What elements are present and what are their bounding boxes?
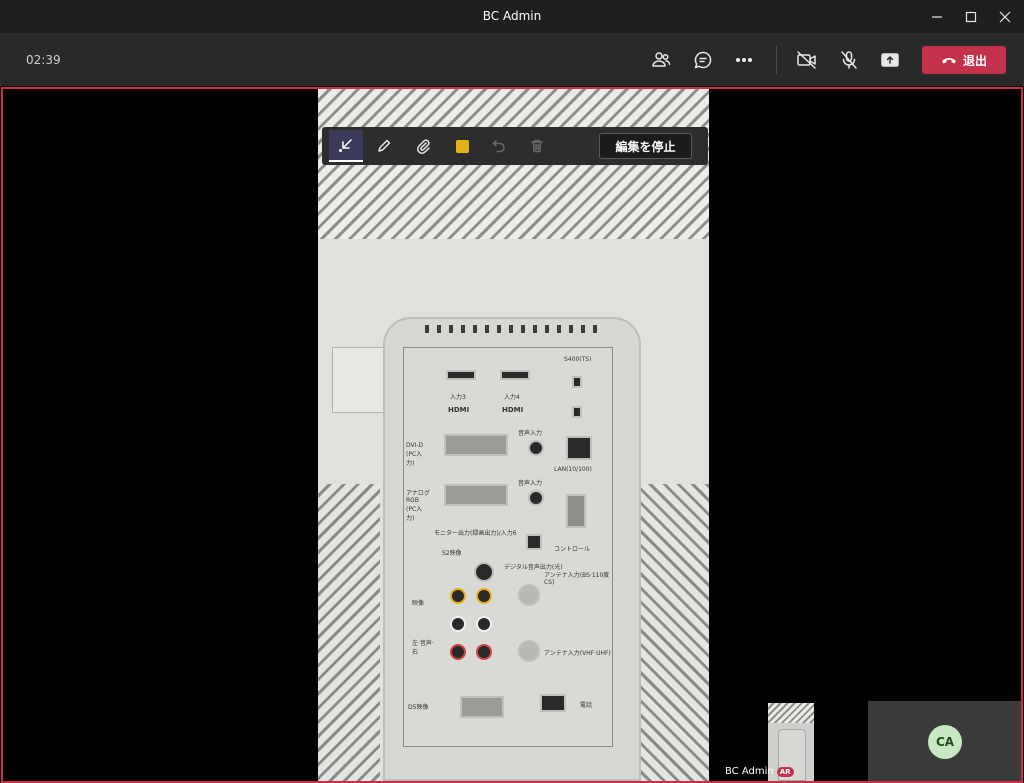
audio-in-jack-1 bbox=[528, 440, 544, 456]
audio-in-label-2: 音声入力 bbox=[518, 480, 543, 487]
monitor-out-label: モニター出力(録画出力)/入力6 bbox=[434, 530, 517, 537]
camera-toggle-button[interactable] bbox=[790, 44, 824, 76]
mic-off-icon bbox=[841, 51, 857, 69]
d5-label: D5映像 bbox=[408, 704, 429, 711]
maximize-icon bbox=[965, 11, 977, 23]
more-options-button[interactable] bbox=[727, 44, 761, 76]
color-picker-button[interactable] bbox=[445, 130, 479, 162]
connector-panel: 入力3 入力4 HDMI HDMI S400(TS) DVI-D (PC入力) … bbox=[383, 317, 641, 781]
annotation-toolbar: 編集を停止 bbox=[322, 127, 708, 165]
lan-port bbox=[566, 436, 592, 460]
audio-r-jack-2 bbox=[476, 644, 492, 660]
paperclip-icon bbox=[417, 139, 430, 154]
video-jack-2 bbox=[476, 588, 492, 604]
trash-icon bbox=[531, 139, 543, 153]
minimize-button[interactable] bbox=[920, 0, 954, 34]
phone-label: 電話 bbox=[580, 702, 593, 709]
close-button[interactable] bbox=[988, 0, 1022, 34]
close-icon bbox=[999, 11, 1011, 23]
camera-off-icon bbox=[797, 51, 816, 69]
more-options-icon bbox=[735, 57, 753, 63]
leave-label: 退出 bbox=[962, 53, 987, 68]
remote-participant-tile[interactable]: CA bbox=[868, 701, 1021, 781]
participants-button[interactable] bbox=[644, 44, 678, 76]
phone-hangup-icon bbox=[941, 58, 956, 64]
housing-tab bbox=[332, 347, 384, 413]
window-title: BC Admin bbox=[482, 9, 542, 23]
hdmi-port-4 bbox=[500, 370, 530, 380]
call-timer: 02:39 bbox=[26, 53, 61, 67]
minimize-icon bbox=[932, 16, 942, 18]
s400-port-b bbox=[572, 406, 582, 418]
phone-port bbox=[540, 694, 566, 712]
panel-vent-slots bbox=[425, 325, 605, 333]
s400-label: S400(TS) bbox=[564, 356, 592, 363]
analog-rgb-port bbox=[444, 484, 508, 506]
participants-icon bbox=[652, 52, 671, 67]
d5-video-port bbox=[460, 696, 504, 718]
share-screen-icon bbox=[881, 53, 899, 67]
antenna-vhf-label: アンテナ入力(VHF·UHF) bbox=[544, 650, 611, 657]
leave-button[interactable]: 退出 bbox=[922, 46, 1006, 74]
audio-lr-label: 左·音声·右 bbox=[412, 640, 434, 656]
shared-video-stage: 入力3 入力4 HDMI HDMI S400(TS) DVI-D (PC入力) … bbox=[1, 87, 1023, 783]
s400-port-a bbox=[572, 376, 582, 388]
housing-vent-left bbox=[318, 484, 380, 781]
antenna-bs-port bbox=[518, 584, 540, 606]
pin-tool-button[interactable] bbox=[406, 130, 440, 162]
video-jack-1 bbox=[450, 588, 466, 604]
call-controls-bar: 02:39 退出 bbox=[0, 34, 1024, 86]
control-label: コントロール bbox=[554, 546, 591, 553]
lan-label: LAN(10/100) bbox=[554, 466, 592, 473]
self-name: BC Admin bbox=[725, 766, 774, 777]
antenna-bs-label: アンテナ入力(BS·110度CS) bbox=[544, 572, 610, 586]
title-bar: BC Admin bbox=[0, 0, 1024, 34]
audio-l-jack-2 bbox=[476, 616, 492, 632]
audio-l-jack-1 bbox=[450, 616, 466, 632]
chat-icon bbox=[694, 51, 712, 69]
collapse-arrow-icon bbox=[338, 139, 352, 153]
s2-label: S2映像 bbox=[442, 550, 462, 557]
s2-video-port bbox=[474, 562, 494, 582]
dvi-port bbox=[444, 434, 508, 456]
control-port bbox=[566, 494, 586, 528]
digital-audio-port bbox=[526, 534, 542, 550]
video-label: 映像 bbox=[412, 600, 425, 607]
shared-camera-feed[interactable]: 入力3 入力4 HDMI HDMI S400(TS) DVI-D (PC入力) … bbox=[318, 89, 709, 781]
pen-tool-button[interactable] bbox=[367, 130, 401, 162]
hdmi-logo-4: HDMI bbox=[502, 406, 524, 414]
undo-icon bbox=[492, 140, 505, 153]
hdmi-in3-label: 入力3 bbox=[450, 394, 466, 401]
toolbar-divider bbox=[776, 46, 777, 74]
collapse-toolbar-button[interactable] bbox=[329, 130, 363, 162]
delete-button[interactable] bbox=[520, 130, 554, 162]
audio-in-jack-2 bbox=[528, 490, 544, 506]
connector-panel-face: 入力3 入力4 HDMI HDMI S400(TS) DVI-D (PC入力) … bbox=[403, 347, 613, 747]
pen-icon bbox=[378, 139, 391, 152]
audio-in-label-1: 音声入力 bbox=[518, 430, 543, 437]
analog-rgb-label: アナログ RGB (PC入力) bbox=[406, 490, 430, 522]
self-name-tag: BC Admin AR bbox=[725, 766, 794, 777]
housing-vent-right bbox=[638, 484, 709, 781]
audio-r-jack-1 bbox=[450, 644, 466, 660]
share-screen-button[interactable] bbox=[873, 44, 907, 76]
maximize-button[interactable] bbox=[954, 0, 988, 34]
hdmi-in4-label: 入力4 bbox=[504, 394, 520, 401]
hdmi-logo-3: HDMI bbox=[448, 406, 470, 414]
avatar: CA bbox=[928, 725, 962, 759]
mic-toggle-button[interactable] bbox=[832, 44, 866, 76]
chat-button[interactable] bbox=[686, 44, 720, 76]
color-swatch-icon bbox=[455, 139, 469, 153]
dvi-label: DVI-D (PC入力) bbox=[406, 442, 424, 467]
hdmi-port-3 bbox=[446, 370, 476, 380]
undo-button[interactable] bbox=[482, 130, 516, 162]
antenna-vhf-port bbox=[518, 640, 540, 662]
ar-badge: AR bbox=[776, 766, 794, 777]
stop-editing-button[interactable]: 編集を停止 bbox=[599, 133, 692, 159]
self-preview-vent bbox=[768, 703, 814, 723]
